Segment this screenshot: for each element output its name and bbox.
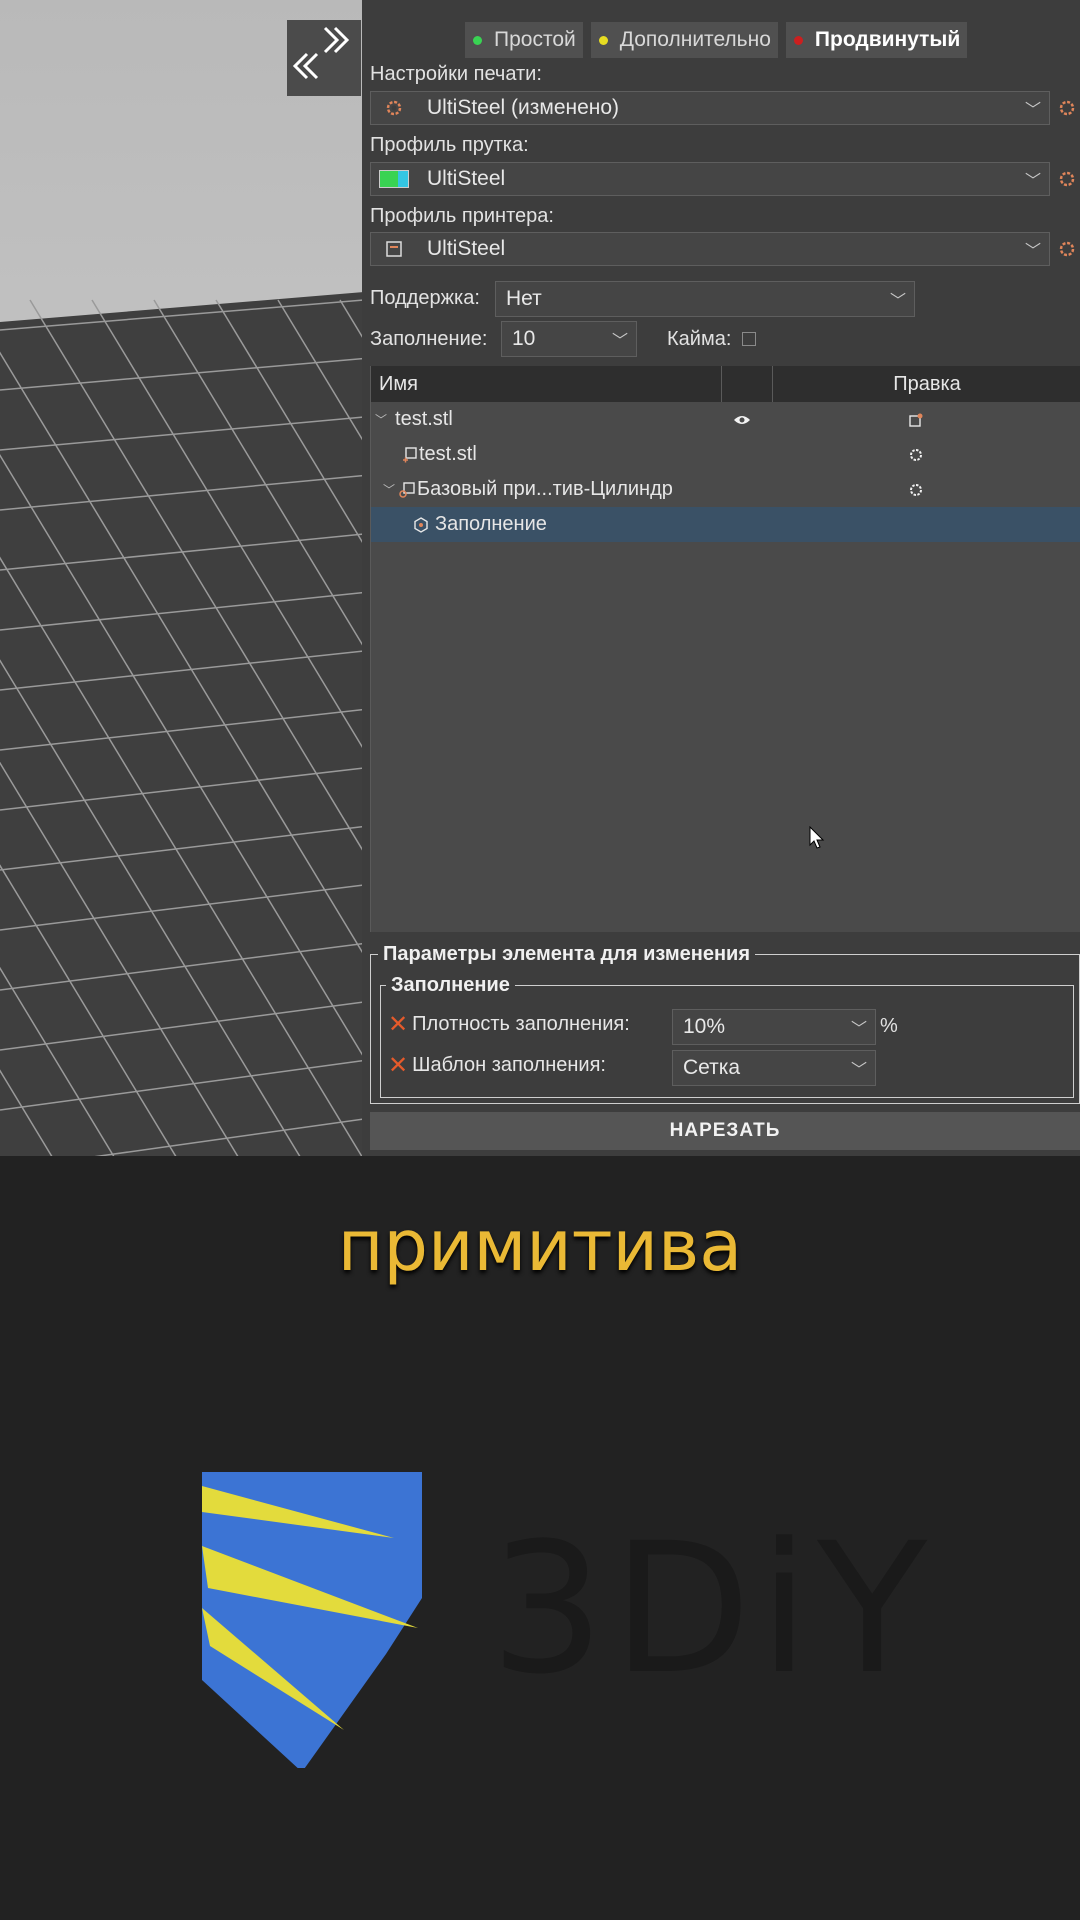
- mode-expert-tab[interactable]: Продвинутый: [785, 22, 968, 58]
- chevron-down-icon: ﹀: [1024, 102, 1041, 119]
- modifier-icon: [399, 481, 415, 498]
- brim-checkbox[interactable]: [742, 332, 756, 346]
- pattern-row: ✕ Шаблон заполнения:: [388, 1051, 606, 1080]
- mouse-cursor-icon: [809, 826, 825, 849]
- tree-row[interactable]: test.stl: [371, 437, 1080, 472]
- filament-select[interactable]: UltiSteel ﹀: [370, 162, 1050, 196]
- mode-dot-icon: [598, 35, 608, 45]
- edit-object-icon[interactable]: [909, 413, 923, 427]
- tree-row-selected[interactable]: Заполнение: [371, 507, 1080, 542]
- mode-advanced-tab[interactable]: Дополнительно: [590, 22, 778, 58]
- infill-select[interactable]: 10 ﹀: [501, 321, 637, 357]
- chevron-down-icon: ﹀: [611, 333, 628, 350]
- chevron-down-icon: ﹀: [850, 1062, 867, 1079]
- printer-icon: [386, 241, 402, 257]
- chevron-down-icon: ﹀: [1024, 173, 1041, 190]
- infill-subgroup-title: Заполнение: [386, 974, 515, 997]
- chevron-down-icon: ﹀: [850, 1021, 867, 1038]
- collapse-arrows-icon: [292, 26, 350, 80]
- filament-label: Профиль прутка:: [370, 134, 529, 156]
- mode-dot-icon: [793, 35, 803, 45]
- filament-gear-icon[interactable]: [1058, 170, 1076, 188]
- remove-setting-icon[interactable]: ✕: [388, 1010, 408, 1039]
- slice-button[interactable]: НАРЕЗАТЬ: [370, 1112, 1080, 1150]
- print-settings-gear-icon[interactable]: [1058, 99, 1076, 117]
- expand-chevron-icon[interactable]: ﹀: [383, 481, 395, 498]
- density-label: Плотность заполнения:: [412, 1013, 630, 1035]
- chevron-down-icon: ﹀: [889, 293, 906, 310]
- settings-cog-icon[interactable]: [909, 483, 923, 497]
- column-edit-header[interactable]: Правка: [773, 366, 1080, 402]
- support-label: Поддержка:: [370, 287, 480, 309]
- video-caption: примитива: [337, 1205, 743, 1287]
- printer-select[interactable]: UltiSteel ﹀: [370, 232, 1050, 266]
- mode-tabs: Простой Дополнительно Продвинутый: [465, 22, 968, 58]
- tree-row[interactable]: ﹀ test.stl: [371, 402, 1080, 437]
- element-params-title: Параметры элемента для изменения: [378, 943, 755, 966]
- column-visibility-header[interactable]: [722, 366, 773, 402]
- 3d-viewport[interactable]: [0, 0, 364, 1156]
- slicer-app: Простой Дополнительно Продвинутый Настро…: [0, 0, 1080, 1156]
- 3diy-logo-text: 3DiY: [490, 1505, 936, 1714]
- print-settings-label: Настройки печати:: [370, 63, 542, 85]
- column-name-header[interactable]: Имя: [371, 366, 722, 402]
- tree-row[interactable]: ﹀ Базовый при...тив-Цилиндр: [371, 472, 1080, 507]
- cog-icon: [386, 100, 402, 116]
- eye-icon[interactable]: [733, 414, 751, 426]
- mode-simple-tab[interactable]: Простой: [465, 22, 583, 58]
- filament-color-icon: [379, 170, 409, 188]
- tree-header: Имя Правка: [371, 366, 1080, 402]
- settings-panel: Простой Дополнительно Продвинутый Настро…: [362, 0, 1080, 1156]
- printer-label: Профиль принтера:: [370, 205, 554, 227]
- pattern-label: Шаблон заполнения:: [412, 1054, 606, 1076]
- 3diy-logo-shield-icon: [202, 1472, 422, 1768]
- density-row: ✕ Плотность заполнения:: [388, 1010, 630, 1039]
- infill-label: Заполнение:: [370, 328, 488, 350]
- mode-dot-icon: [473, 35, 482, 45]
- object-tree: Имя Правка ﹀ test.stl test.stl ﹀ Базовый…: [370, 366, 1080, 932]
- support-select[interactable]: Нет ﹀: [495, 281, 915, 317]
- printer-gear-icon[interactable]: [1058, 240, 1076, 258]
- pattern-select[interactable]: Сетка ﹀: [672, 1050, 876, 1086]
- collapse-panel-button[interactable]: [287, 20, 361, 96]
- chevron-down-icon: ﹀: [1024, 243, 1041, 260]
- settings-cog-icon[interactable]: [909, 448, 923, 462]
- density-unit: %: [880, 1015, 898, 1037]
- part-icon: [403, 446, 417, 462]
- brim-label: Кайма:: [667, 328, 732, 350]
- expand-chevron-icon[interactable]: ﹀: [375, 411, 387, 428]
- density-select[interactable]: 10% ﹀: [672, 1009, 876, 1045]
- print-settings-select[interactable]: UltiSteel (изменено) ﹀: [370, 91, 1050, 125]
- remove-setting-icon[interactable]: ✕: [388, 1051, 408, 1080]
- infill-hexagon-icon: [414, 516, 428, 533]
- build-plate-grid: [0, 0, 364, 1156]
